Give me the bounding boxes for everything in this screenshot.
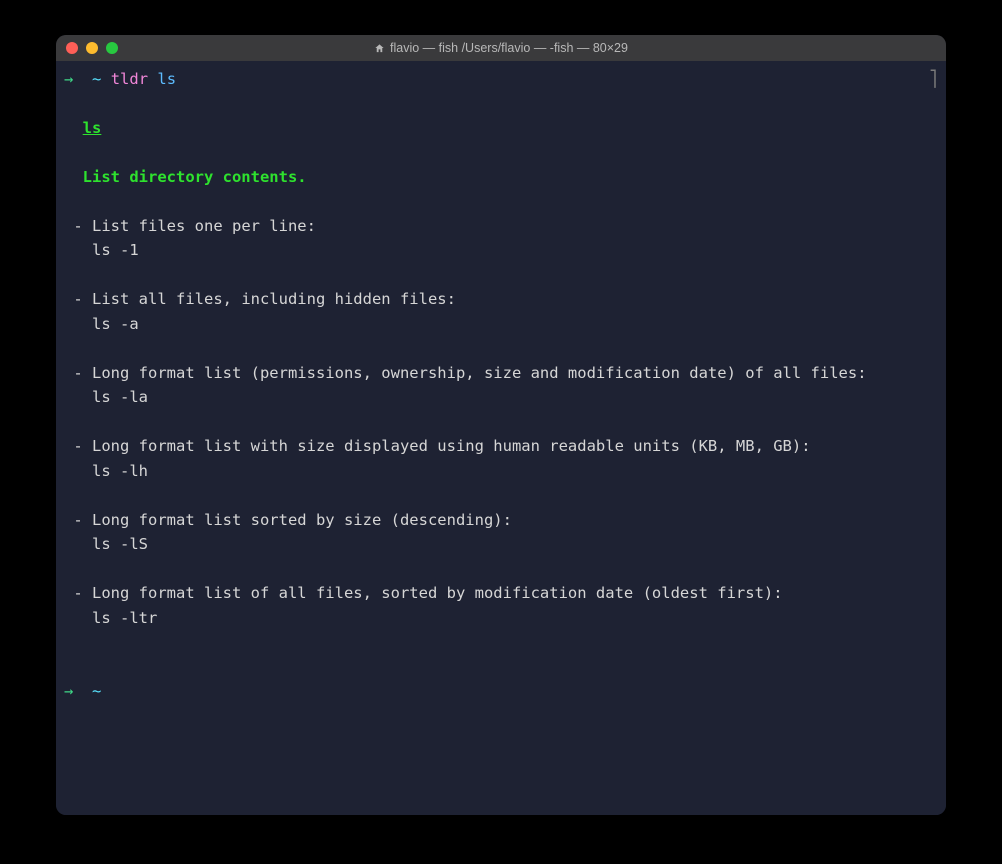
tldr-item-code: ls -lh	[64, 462, 148, 480]
bracket-decoration: ⎤	[929, 67, 938, 91]
tldr-item-code: ls -lS	[64, 535, 148, 553]
tldr-item-code: ls -ltr	[64, 609, 157, 627]
tldr-item-code: ls -a	[64, 315, 139, 333]
prompt-tilde: ~	[92, 70, 101, 88]
tldr-item-desc: - Long format list of all files, sorted …	[64, 584, 783, 602]
tldr-item-desc: - List files one per line:	[64, 217, 316, 235]
tldr-heading: ls	[83, 119, 102, 137]
command-arg: ls	[157, 70, 176, 88]
titlebar: flavio — fish /Users/flavio — -fish — 80…	[56, 35, 946, 61]
tldr-item-code: ls -la	[64, 388, 148, 406]
window-title: flavio — fish /Users/flavio — -fish — 80…	[56, 41, 946, 55]
tldr-item-desc: - Long format list sorted by size (desce…	[64, 511, 512, 529]
tldr-item-desc: - Long format list with size displayed u…	[64, 437, 811, 455]
terminal-window: flavio — fish /Users/flavio — -fish — 80…	[56, 35, 946, 815]
prompt-arrow: →	[64, 70, 73, 88]
maximize-icon[interactable]	[106, 42, 118, 54]
terminal-body[interactable]: ⎤ → ~ tldr ls ls List directory contents.…	[56, 61, 946, 815]
window-title-text: flavio — fish /Users/flavio — -fish — 80…	[390, 41, 628, 55]
tldr-item-desc: - Long format list (permissions, ownersh…	[64, 364, 867, 382]
prompt-tilde: ~	[92, 682, 101, 700]
minimize-icon[interactable]	[86, 42, 98, 54]
home-icon	[374, 43, 385, 54]
tldr-item-desc: - List all files, including hidden files…	[64, 290, 456, 308]
tldr-summary: List directory contents.	[83, 168, 307, 186]
tldr-item-code: ls -1	[64, 241, 139, 259]
prompt-arrow: →	[64, 682, 73, 700]
command-name: tldr	[111, 70, 148, 88]
close-icon[interactable]	[66, 42, 78, 54]
traffic-lights	[66, 42, 118, 54]
